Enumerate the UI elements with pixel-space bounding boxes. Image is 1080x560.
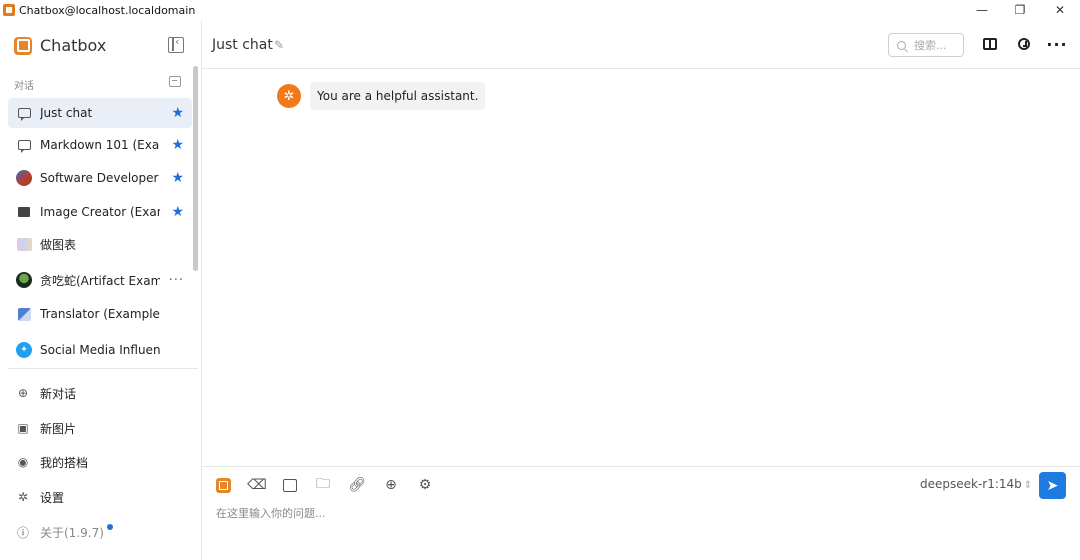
new-image-button[interactable]: ▣ 新图片: [16, 418, 76, 438]
image-icon: [18, 207, 30, 217]
twitter-icon: ✦: [16, 342, 32, 358]
plus-circle-icon: ⊕: [17, 386, 29, 400]
conversation-label: Translator (Example): [40, 307, 160, 321]
conversation-item-image-creator[interactable]: Image Creator (Exam... ★: [8, 197, 192, 227]
conversation-label: 做图表: [40, 237, 77, 252]
menu-label: 我的搭档: [40, 455, 89, 470]
history-icon: [1018, 38, 1030, 50]
conversation-label: Social Media Influencer (E...: [40, 343, 160, 357]
attach-folder-button[interactable]: 🗀: [313, 475, 333, 495]
developer-avatar-icon: [16, 170, 32, 186]
section-label: 对话: [14, 81, 34, 92]
conversation-label: Just chat: [40, 106, 93, 120]
chart-icon: [16, 237, 32, 251]
snake-avatar-icon: [16, 272, 32, 288]
conversation-item-snake[interactable]: 贪吃蛇(Artifact Exam... ···: [8, 265, 192, 295]
chat-bubble-icon: [17, 140, 31, 153]
chat-bubble-icon: [17, 108, 31, 121]
conversation-label: Software Developer (...: [40, 171, 160, 185]
conversation-item-chart[interactable]: 做图表: [8, 229, 192, 259]
restore-button[interactable]: ❐: [1000, 0, 1040, 20]
chevron-updown-icon: ⇕: [1023, 480, 1033, 491]
chat-title[interactable]: Just chat: [212, 37, 273, 53]
folder-icon: 🗀: [316, 476, 330, 492]
split-view-icon: [983, 38, 997, 50]
search-input[interactable]: 搜索...: [888, 33, 964, 57]
my-copilots-button[interactable]: ◉ 我的搭档: [16, 452, 88, 472]
chat-header: Just chat ✎ 搜索... ···: [202, 20, 1080, 69]
menu-label: 关于(1.9.7): [40, 525, 104, 540]
conversation-item-software-developer[interactable]: Software Developer (... ★: [8, 163, 192, 193]
chatbox-logo-icon: [215, 477, 231, 493]
sidebar-scrollbar[interactable]: [193, 66, 198, 271]
send-icon: ➤: [1046, 477, 1059, 494]
brand-name: Chatbox: [40, 36, 107, 55]
conversation-item-translator[interactable]: Translator (Example): [8, 299, 192, 329]
composer: ⌫ 🗀 🔗︎ ⊕ ⚙︎ deepseek-r1:14b ⇕ ➤ 在这里输入你的问题…: [202, 466, 1080, 560]
link-icon: 🔗︎: [348, 477, 366, 493]
info-icon: ⓘ: [16, 525, 29, 540]
conversation-item-just-chat[interactable]: Just chat ★: [8, 98, 192, 128]
search-icon: [897, 40, 906, 50]
star-icon[interactable]: ★: [171, 204, 184, 220]
web-search-button[interactable]: ⊕: [381, 475, 401, 495]
settings-sliders-button[interactable]: ⚙︎: [415, 475, 435, 495]
system-gear-icon: ✲: [277, 84, 301, 108]
settings-button[interactable]: ✲ 设置: [16, 487, 64, 507]
attach-link-button[interactable]: 🔗︎: [347, 475, 367, 495]
message-row: ✲ You are a helpful assistant.: [277, 82, 486, 110]
update-badge: [106, 524, 113, 530]
star-icon[interactable]: ★: [171, 170, 184, 186]
conversation-item-markdown[interactable]: Markdown 101 (Exa... ★: [8, 130, 192, 160]
globe-icon: ⊕: [385, 477, 397, 493]
robot-icon: ◉: [17, 455, 29, 469]
minimize-button[interactable]: —: [962, 0, 1002, 20]
archive-icon[interactable]: [169, 76, 181, 87]
menu-label: 新图片: [40, 421, 77, 436]
model-name: deepseek-r1:14b: [920, 477, 1022, 491]
more-horizontal-icon: ···: [1046, 34, 1068, 54]
edit-pencil-icon[interactable]: ✎: [274, 38, 284, 52]
system-message: You are a helpful assistant.: [310, 82, 486, 110]
gear-icon: ✲: [17, 490, 29, 504]
conversation-item-social-media[interactable]: ✦ Social Media Influencer (E...: [8, 335, 192, 365]
conversation-label: Image Creator (Exam...: [40, 205, 160, 219]
sidebar-divider: [8, 368, 198, 369]
more-options-icon[interactable]: ···: [169, 273, 184, 288]
star-icon[interactable]: ★: [171, 105, 184, 121]
about-button[interactable]: ⓘ 关于(1.9.7): [16, 522, 113, 542]
message-input[interactable]: 在这里输入你的问题...: [216, 505, 326, 521]
sidebar: Chatbox 对话 Just chat ★ Markdown 101 (Exa…: [0, 20, 202, 560]
new-chat-button[interactable]: ⊕ 新对话: [16, 383, 76, 403]
model-selector[interactable]: deepseek-r1:14b ⇕: [920, 477, 1032, 491]
conversation-label: Markdown 101 (Exa...: [40, 138, 160, 152]
sliders-icon: ⚙︎: [418, 477, 432, 493]
history-button[interactable]: [1014, 34, 1034, 54]
conversation-label: 贪吃蛇(Artifact Exam...: [40, 273, 160, 288]
close-button[interactable]: ✕: [1040, 0, 1080, 20]
brand: Chatbox: [14, 36, 106, 55]
attach-image-button[interactable]: [280, 475, 300, 495]
app-icon: [3, 4, 15, 16]
menu-label: 设置: [40, 490, 65, 505]
chatbox-logo-icon: [14, 36, 32, 55]
send-button[interactable]: ➤: [1039, 472, 1066, 499]
eraser-icon: ⌫: [247, 477, 267, 493]
chatbox-tool-button[interactable]: [213, 475, 233, 495]
search-placeholder: 搜索...: [914, 39, 947, 52]
image-icon: [283, 478, 297, 492]
window-title: Chatbox@localhost.localdomain: [19, 3, 196, 17]
image-add-icon: ▣: [17, 421, 29, 435]
window-titlebar: Chatbox@localhost.localdomain: [0, 0, 1080, 20]
eraser-button[interactable]: ⌫: [247, 475, 267, 495]
collapse-sidebar-icon[interactable]: [168, 35, 184, 53]
more-menu-button[interactable]: ···: [1046, 34, 1068, 54]
star-icon[interactable]: ★: [171, 137, 184, 153]
translator-icon: [17, 307, 31, 321]
toggle-layout-button[interactable]: [980, 34, 1000, 54]
menu-label: 新对话: [40, 386, 77, 401]
